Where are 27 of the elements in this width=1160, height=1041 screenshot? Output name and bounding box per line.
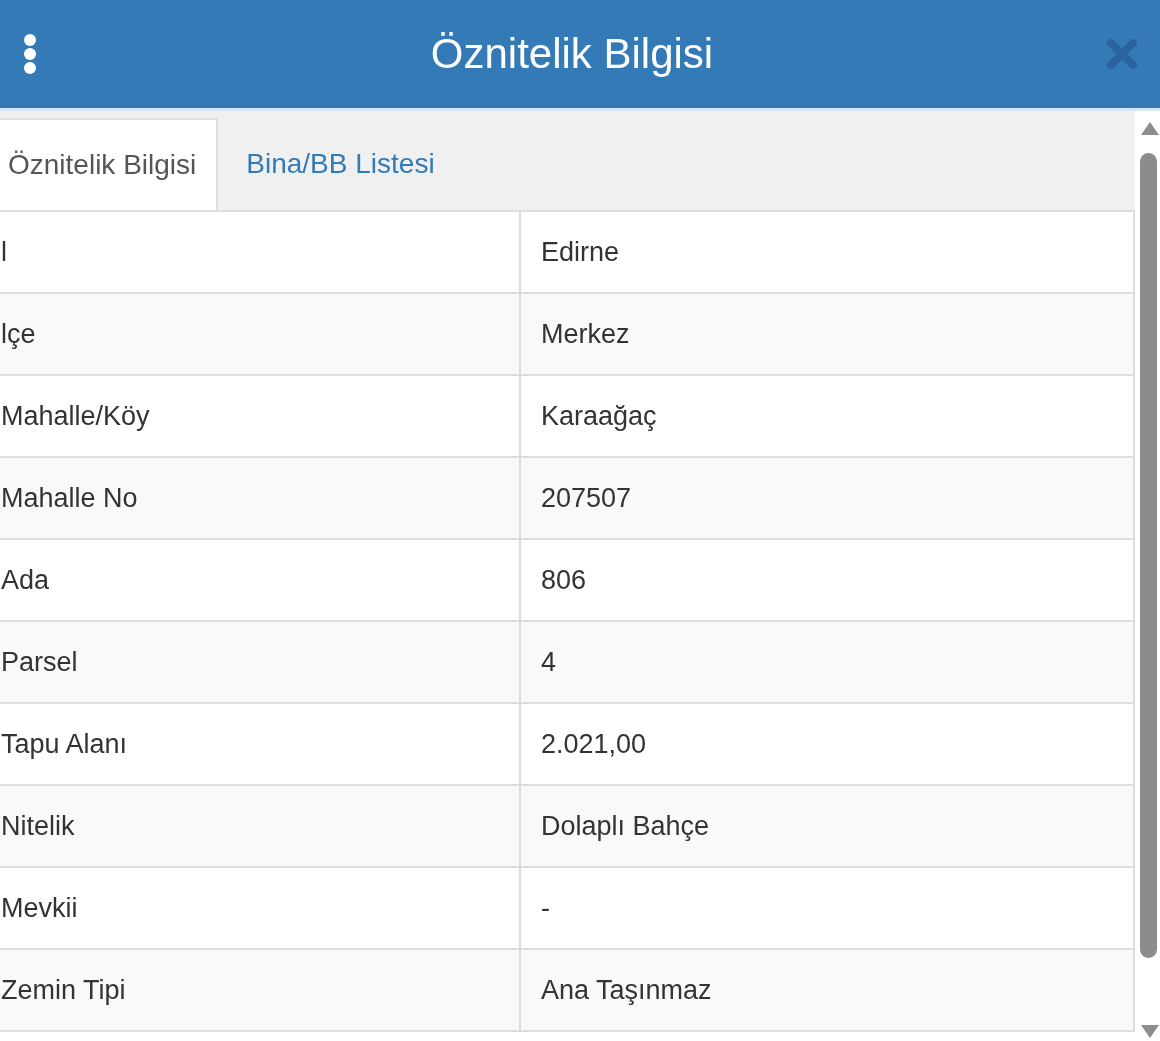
field-name-cell: Mevkii — [0, 867, 520, 949]
field-value-cell: Edirne — [520, 211, 1134, 293]
field-value-cell: 2.021,00 — [520, 703, 1134, 785]
field-value-cell: Ana Taşınmaz — [520, 949, 1134, 1031]
dialog-title: Öznitelik Bilgisi — [430, 30, 714, 78]
field-name-cell: l — [0, 211, 520, 293]
kebab-menu-icon[interactable] — [23, 33, 37, 75]
field-name-cell: Parsel — [0, 621, 520, 703]
field-name-cell: Zemin Tipi — [0, 949, 520, 1031]
tab[interactable]: Öznitelik Bilgisi — [0, 118, 219, 210]
scroll-up-icon[interactable] — [1140, 121, 1160, 136]
field-name-cell: Tapu Alanı — [0, 703, 520, 785]
scroll-down-icon[interactable] — [1140, 1024, 1160, 1039]
field-name-cell: lçe — [0, 293, 520, 375]
field-value-cell: Dolaplı Bahçe — [520, 785, 1134, 867]
tab[interactable]: Bina/BB Listesi — [218, 118, 463, 210]
field-value-cell: 4 — [520, 621, 1134, 703]
field-value-cell: 806 — [520, 539, 1134, 621]
field-value-cell: 207507 — [520, 457, 1134, 539]
field-name-cell: Ada — [0, 539, 520, 621]
scrollbar-thumb[interactable] — [1140, 153, 1157, 958]
field-name-cell: Mahalle No — [0, 457, 520, 539]
field-value-cell: Karaağaç — [520, 375, 1134, 457]
field-value-cell: Merkez — [520, 293, 1134, 375]
field-value-cell: - — [520, 867, 1134, 949]
field-name-cell: Mahalle/Köy — [0, 375, 520, 457]
field-name-cell: Nitelik — [0, 785, 520, 867]
